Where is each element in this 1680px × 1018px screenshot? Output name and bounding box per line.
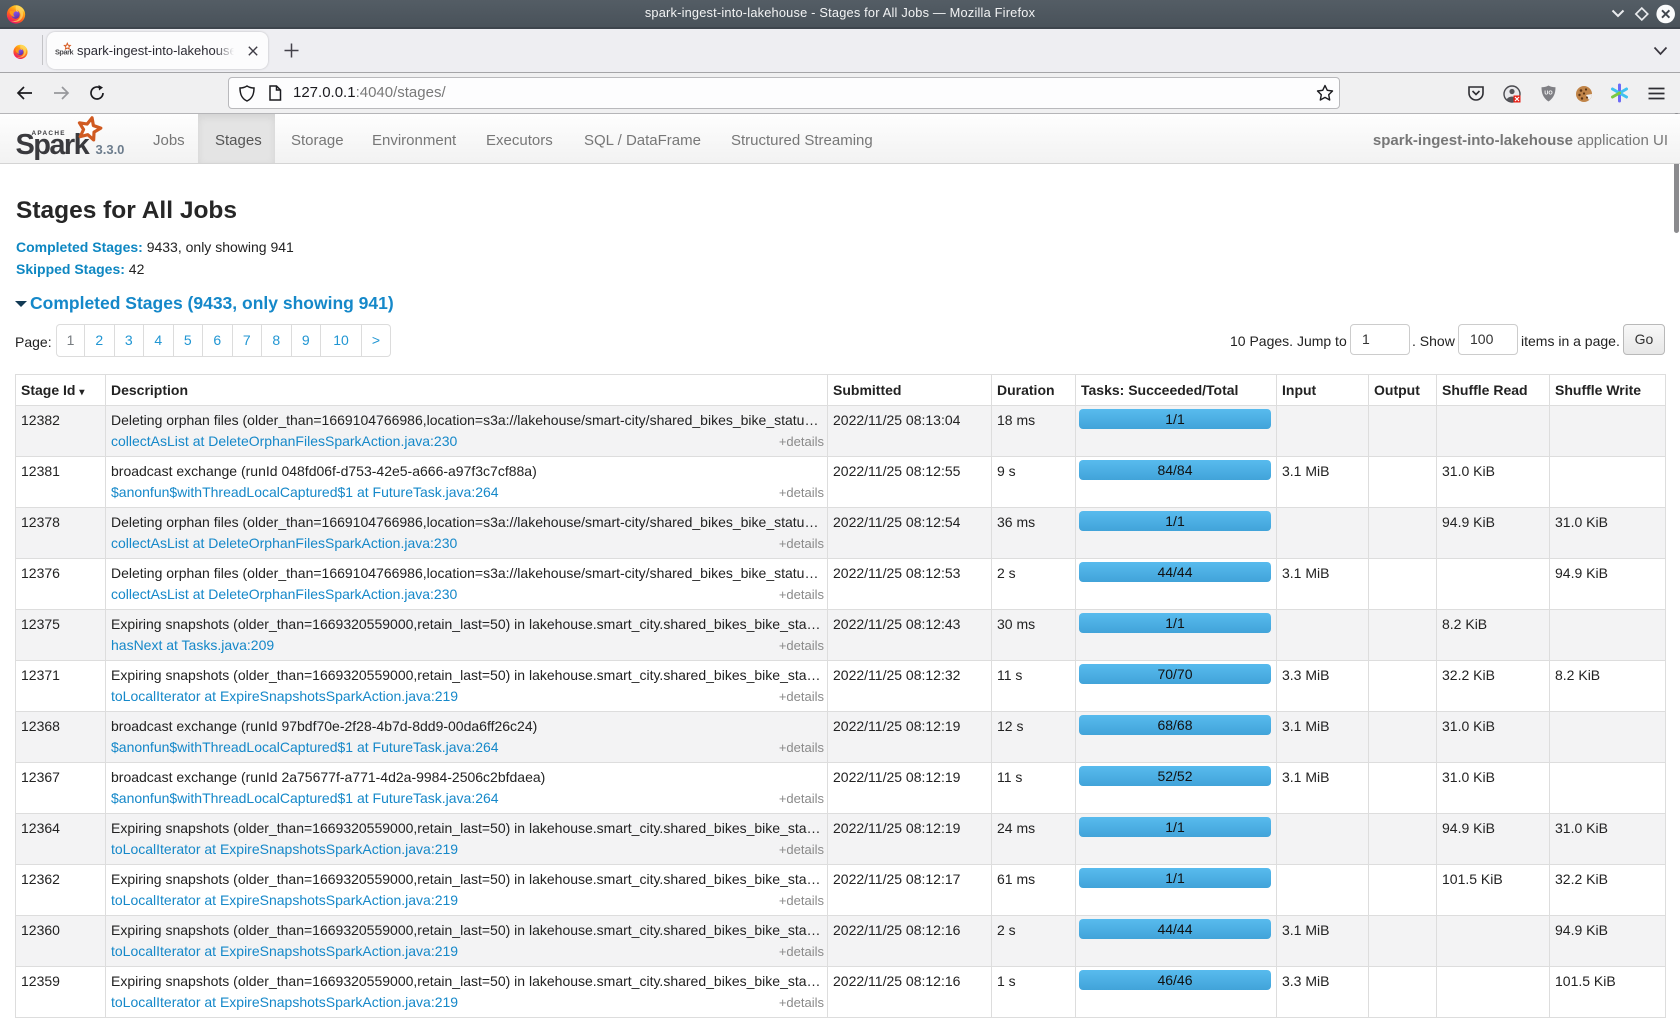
svg-text:Spark: Spark <box>16 129 91 161</box>
svg-text:UO: UO <box>1544 91 1553 97</box>
svg-text:Spark: Spark <box>55 48 75 57</box>
